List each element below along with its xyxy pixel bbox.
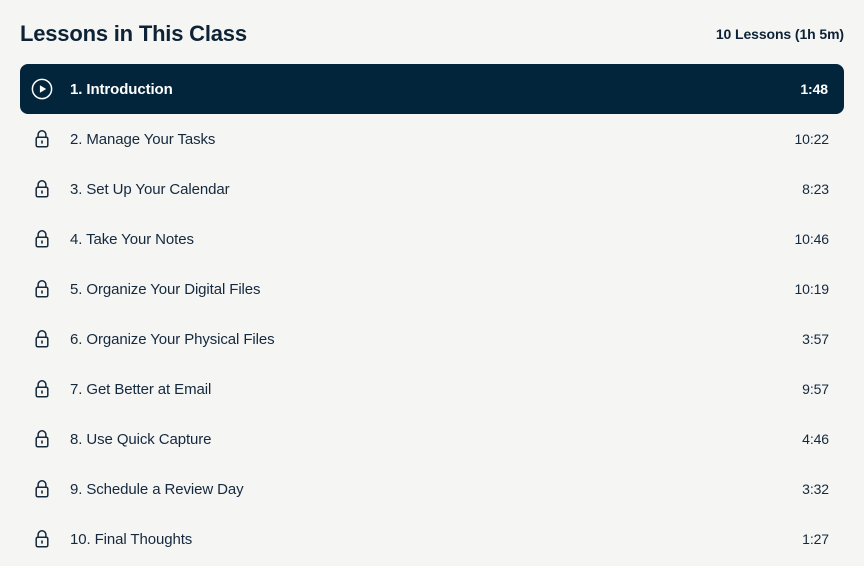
lesson-row[interactable]: 7. Get Better at Email 9:57 [20,364,844,414]
lock-icon [21,128,63,150]
play-circle-icon[interactable] [21,78,63,100]
lesson-title: 6. Organize Your Physical Files [70,330,275,348]
lesson-row[interactable]: 9. Schedule a Review Day 3:32 [20,464,844,514]
lock-icon [21,178,63,200]
lesson-title: 9. Schedule a Review Day [70,480,244,498]
lesson-title: 8. Use Quick Capture [70,430,212,448]
lesson-row[interactable]: 8. Use Quick Capture 4:46 [20,414,844,464]
lessons-panel: Lessons in This Class 10 Lessons (1h 5m)… [0,0,864,566]
lock-icon [21,378,63,400]
lesson-duration: 8:23 [802,181,829,197]
lesson-duration: 3:57 [802,331,829,347]
lock-icon [21,478,63,500]
lock-icon [21,328,63,350]
lesson-row[interactable]: 3. Set Up Your Calendar 8:23 [20,164,844,214]
lock-icon [21,428,63,450]
lesson-row[interactable]: 5. Organize Your Digital Files 10:19 [20,264,844,314]
lesson-duration: 1:27 [802,531,829,547]
lesson-title: 3. Set Up Your Calendar [70,180,230,198]
lesson-duration: 1:48 [800,81,828,97]
lesson-row[interactable]: 10. Final Thoughts 1:27 [20,514,844,564]
lessons-count-summary: 10 Lessons (1h 5m) [715,26,844,42]
lessons-header: Lessons in This Class 10 Lessons (1h 5m) [20,18,844,50]
lock-icon [21,528,63,550]
lesson-title: 7. Get Better at Email [70,380,212,398]
lesson-title: 4. Take Your Notes [70,230,194,248]
lesson-duration: 9:57 [802,381,829,397]
lock-icon [21,278,63,300]
lesson-title: 1. Introduction [70,80,173,98]
lesson-title: 5. Organize Your Digital Files [70,280,261,298]
lock-icon [21,228,63,250]
lesson-row[interactable]: 2. Manage Your Tasks 10:22 [20,114,844,164]
lesson-title: 2. Manage Your Tasks [70,130,216,148]
lesson-row[interactable]: 1. Introduction 1:48 [20,64,844,114]
page-title: Lessons in This Class [20,21,247,46]
lesson-duration: 3:32 [802,481,829,497]
lesson-duration: 4:46 [802,431,829,447]
lesson-row[interactable]: 4. Take Your Notes 10:46 [20,214,844,264]
lesson-list: 1. Introduction 1:48 2. Manage Your Tasks 1… [0,64,864,564]
lesson-row[interactable]: 6. Organize Your Physical Files 3:57 [20,314,844,364]
lesson-duration: 10:19 [794,281,829,297]
lesson-title: 10. Final Thoughts [70,530,193,548]
lesson-duration: 10:46 [794,231,829,247]
lesson-duration: 10:22 [794,131,829,147]
